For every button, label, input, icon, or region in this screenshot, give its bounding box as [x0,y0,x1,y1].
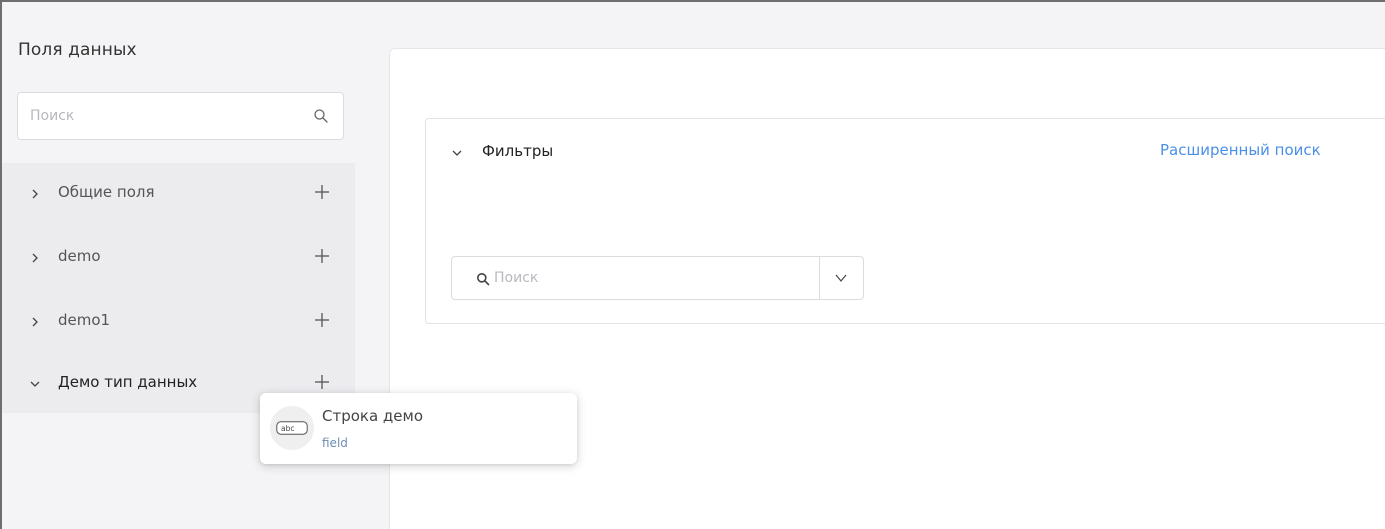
sidebar-title: Поля данных [18,40,137,60]
tree-item-demo[interactable]: demo [2,227,355,289]
field-type: field [322,436,348,450]
tree-item-demo1[interactable]: demo1 [2,291,355,353]
plus-icon[interactable] [313,247,331,265]
tree-item-label: Демо тип данных [58,373,198,391]
plus-icon[interactable] [313,311,331,329]
field-groups-tree: Общие поля demo demo1 Демо тип данных [2,163,355,413]
field-card-popup[interactable]: abc Строка демо field [260,393,577,464]
chevron-down-icon[interactable] [28,376,42,390]
app-window: Поля данных Общие поля [0,0,1385,529]
tree-item-label: demo [58,247,101,265]
tree-item-label: Общие поля [58,183,155,201]
filters-title[interactable]: Фильтры [482,142,553,160]
plus-icon[interactable] [313,183,331,201]
plus-icon[interactable] [313,373,331,391]
tree-item-label: demo1 [58,311,111,329]
string-field-icon: abc [270,406,314,450]
chevron-right-icon[interactable] [28,250,42,264]
chevron-right-icon[interactable] [28,186,42,200]
svg-text:abc: abc [281,424,294,433]
sidebar-search-input[interactable] [30,105,300,127]
search-dropdown-button[interactable] [820,257,863,299]
search-icon[interactable] [313,108,329,124]
sidebar-search-box [17,92,344,140]
search-icon [476,271,490,286]
tree-item-common-fields[interactable]: Общие поля [2,163,355,225]
filters-search-input[interactable] [494,267,814,289]
field-name: Строка демо [322,407,424,425]
advanced-search-link[interactable]: Расширенный поиск [1160,141,1321,159]
chevron-right-icon[interactable] [28,314,42,328]
filters-search-box [451,256,864,300]
chevron-down-icon [835,274,847,282]
chevron-down-icon[interactable] [450,145,464,159]
